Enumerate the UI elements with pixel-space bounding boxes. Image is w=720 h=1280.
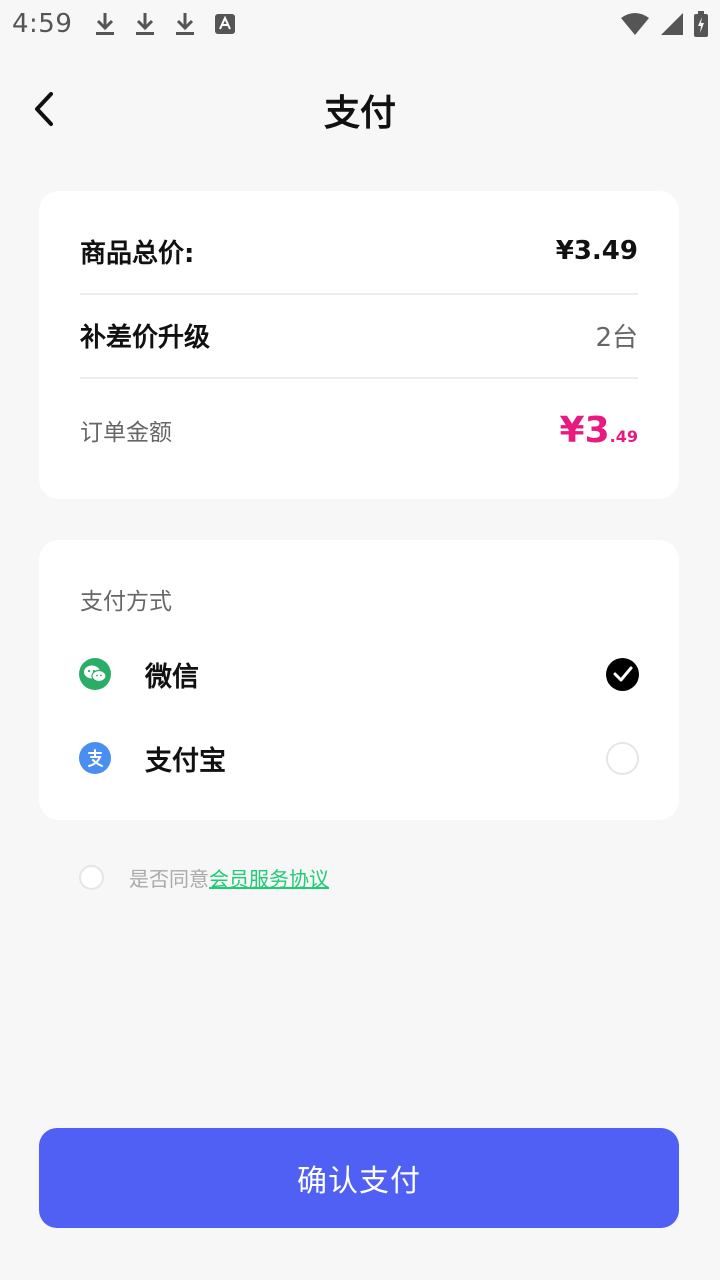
- upgrade-row: 补差价升级 2台: [80, 315, 638, 355]
- agreement-checkbox[interactable]: [79, 864, 104, 890]
- payment-option-alipay[interactable]: 支付宝: [79, 728, 639, 788]
- alipay-icon: [79, 742, 111, 774]
- status-bar: 4:59: [0, 0, 720, 48]
- order-amount-row: 订单金额 ¥3 .49: [80, 407, 638, 453]
- divider: [80, 377, 638, 379]
- wifi-icon: [621, 13, 649, 35]
- goods-total-row: 商品总价: ¥3.49: [80, 231, 638, 271]
- confirm-payment-button[interactable]: 确认支付: [39, 1128, 679, 1228]
- status-time: 4:59: [12, 9, 73, 39]
- checkmark-icon: [613, 666, 632, 682]
- order-amount-main: ¥3: [559, 409, 610, 451]
- text-a-icon: [215, 14, 236, 34]
- price-summary-card: 商品总价: ¥3.49 补差价升级 2台 订单金额 ¥3 .49: [39, 191, 679, 499]
- download-icon: [96, 13, 115, 35]
- download-icon: [176, 13, 195, 35]
- payment-method-title: 支付方式: [80, 589, 172, 615]
- payment-method-card: 支付方式 微信 支付宝: [39, 540, 679, 820]
- order-amount-decimal: .49: [609, 426, 638, 446]
- signal-icon: [661, 13, 683, 35]
- page-title: 支付: [323, 93, 396, 134]
- payment-selected-check[interactable]: [606, 657, 639, 691]
- status-system-icons: [620, 11, 708, 37]
- download-icon: [136, 13, 155, 35]
- payment-option-name: 支付宝: [145, 745, 226, 777]
- upgrade-label: 补差价升级: [80, 322, 211, 353]
- upgrade-value: 2台: [595, 322, 638, 353]
- goods-total-value: ¥3.49: [555, 236, 638, 266]
- header: 支付: [0, 64, 720, 154]
- order-amount-value: ¥3 .49: [560, 410, 638, 451]
- payment-option-wechat[interactable]: 微信: [79, 644, 639, 704]
- goods-total-label: 商品总价:: [80, 238, 195, 269]
- divider: [80, 293, 638, 295]
- agreement-prefix: 是否同意: [129, 866, 209, 891]
- status-notification-icons: [94, 11, 236, 37]
- agreement-row: 是否同意 会员服务协议: [79, 862, 329, 892]
- order-amount-label: 订单金额: [80, 420, 172, 446]
- payment-unselected-radio[interactable]: [606, 741, 639, 775]
- membership-agreement-link[interactable]: 会员服务协议: [209, 863, 329, 892]
- battery-charging-icon: [694, 11, 708, 37]
- wechat-icon: [79, 658, 111, 690]
- payment-option-name: 微信: [145, 661, 199, 693]
